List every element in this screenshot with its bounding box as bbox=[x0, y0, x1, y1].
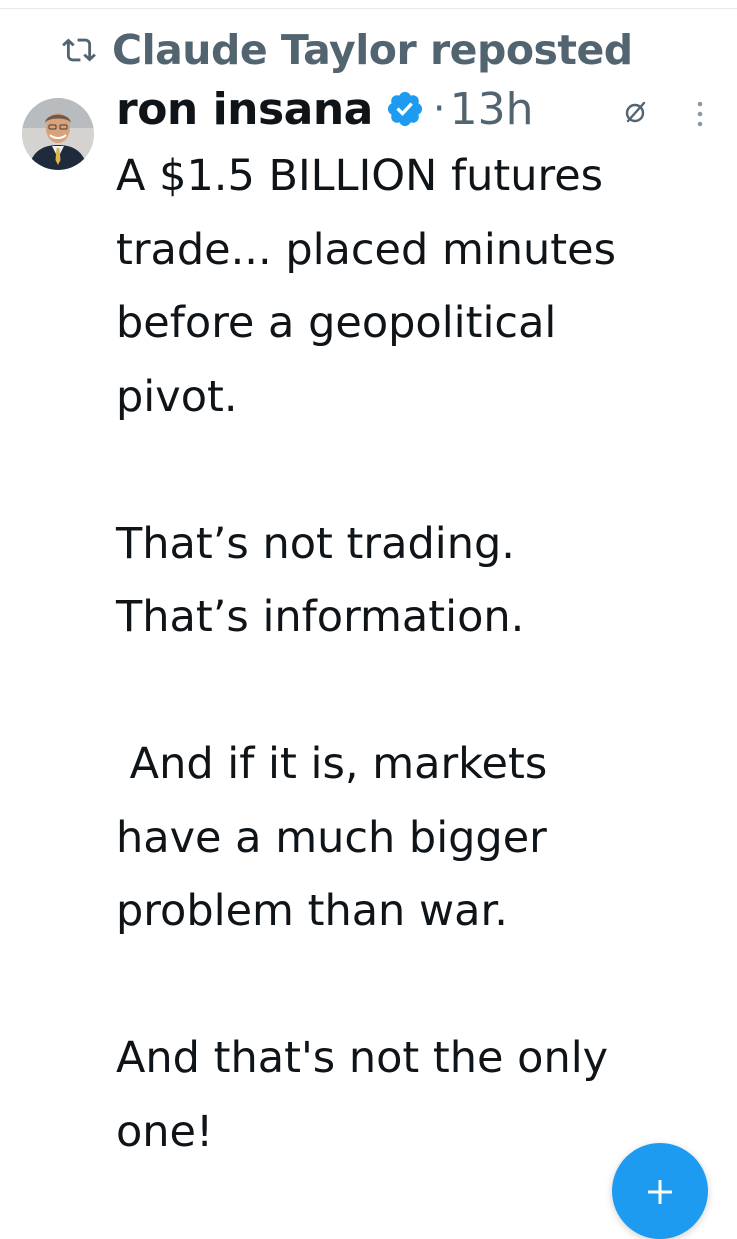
top-divider bbox=[0, 8, 737, 9]
header-separator: · bbox=[432, 86, 446, 132]
plus-icon bbox=[647, 1179, 673, 1205]
avatar[interactable] bbox=[22, 98, 94, 170]
compose-button[interactable] bbox=[612, 1143, 708, 1239]
post-header: ron insana · 13h bbox=[116, 78, 533, 140]
repost-icon bbox=[62, 33, 96, 67]
more-options-icon[interactable] bbox=[690, 97, 710, 131]
post-timestamp[interactable]: 13h bbox=[450, 84, 534, 135]
repost-context[interactable]: Claude Taylor reposted bbox=[62, 22, 633, 78]
verified-badge-icon[interactable] bbox=[385, 89, 425, 129]
repost-label: Claude Taylor reposted bbox=[112, 26, 633, 74]
grok-icon[interactable] bbox=[622, 98, 650, 126]
post-text: A $1.5 BILLION futures trade... placed m… bbox=[116, 151, 617, 1157]
author-name[interactable]: ron insana bbox=[116, 84, 373, 135]
